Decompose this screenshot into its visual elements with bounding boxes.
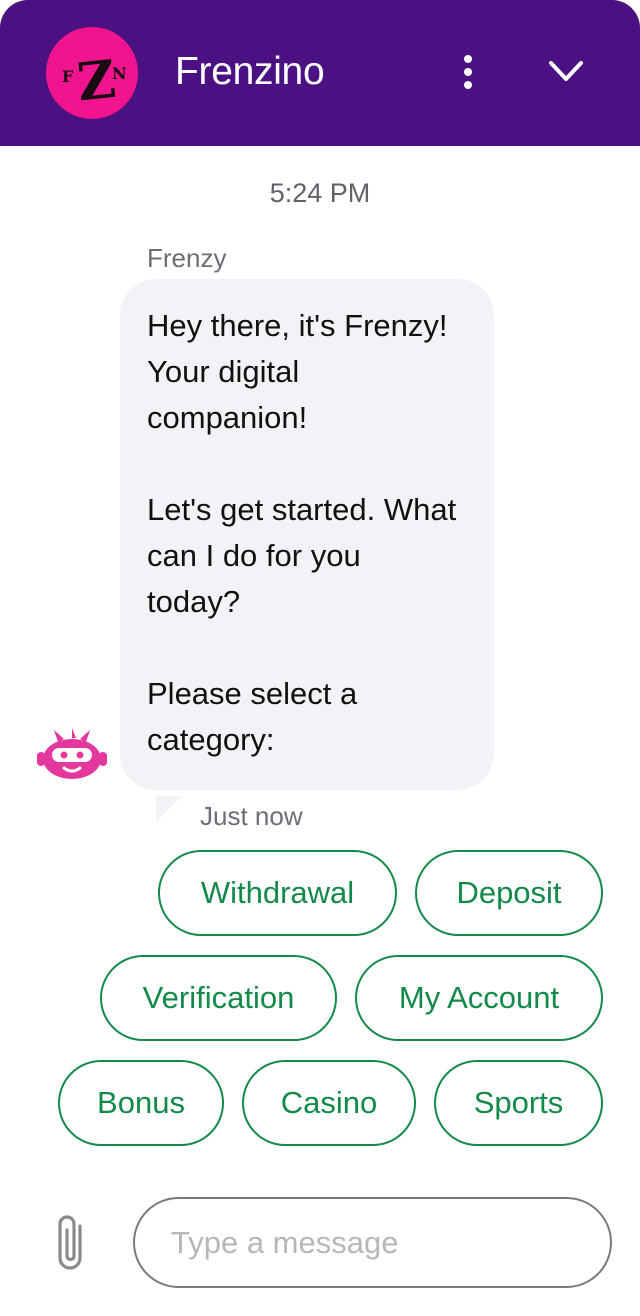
paperclip-icon: [58, 1215, 82, 1270]
chat-header: F Z N Frenzino: [0, 0, 640, 146]
conversation-timestamp: 5:24 PM: [269, 178, 371, 208]
fzn-logo-icon: F Z N: [62, 49, 127, 114]
chat-title: Frenzino: [175, 50, 325, 93]
vertical-dots-icon: [464, 55, 472, 89]
quick-reply-withdrawal[interactable]: Withdrawal: [158, 850, 397, 936]
message-time: Just now: [200, 801, 303, 831]
message-composer: [0, 1170, 640, 1316]
collapse-chat-button[interactable]: [540, 50, 592, 94]
chevron-down-icon: [549, 61, 583, 81]
quick-reply-deposit[interactable]: Deposit: [415, 850, 603, 936]
svg-text:N: N: [112, 64, 127, 83]
quick-reply-bonus[interactable]: Bonus: [58, 1060, 224, 1146]
message-sender-name: Frenzy: [147, 243, 227, 273]
attach-file-button[interactable]: [52, 1212, 92, 1276]
bot-message-bubble: Hey there, it's Frenzy! Your digital com…: [120, 279, 494, 790]
quick-reply-my-account[interactable]: My Account: [355, 955, 603, 1041]
quick-reply-verification[interactable]: Verification: [100, 955, 337, 1041]
robot-avatar-icon: [36, 728, 108, 780]
svg-text:F: F: [62, 67, 74, 86]
message-input[interactable]: [133, 1197, 612, 1288]
brand-logo: F Z N: [46, 27, 138, 119]
quick-reply-casino[interactable]: Casino: [242, 1060, 416, 1146]
chat-window: F Z N Frenzino 5:24 PM Frenzy Hey there,…: [0, 0, 640, 1316]
bubble-tail: [156, 796, 182, 822]
quick-reply-sports[interactable]: Sports: [434, 1060, 603, 1146]
more-options-button[interactable]: [450, 50, 486, 94]
